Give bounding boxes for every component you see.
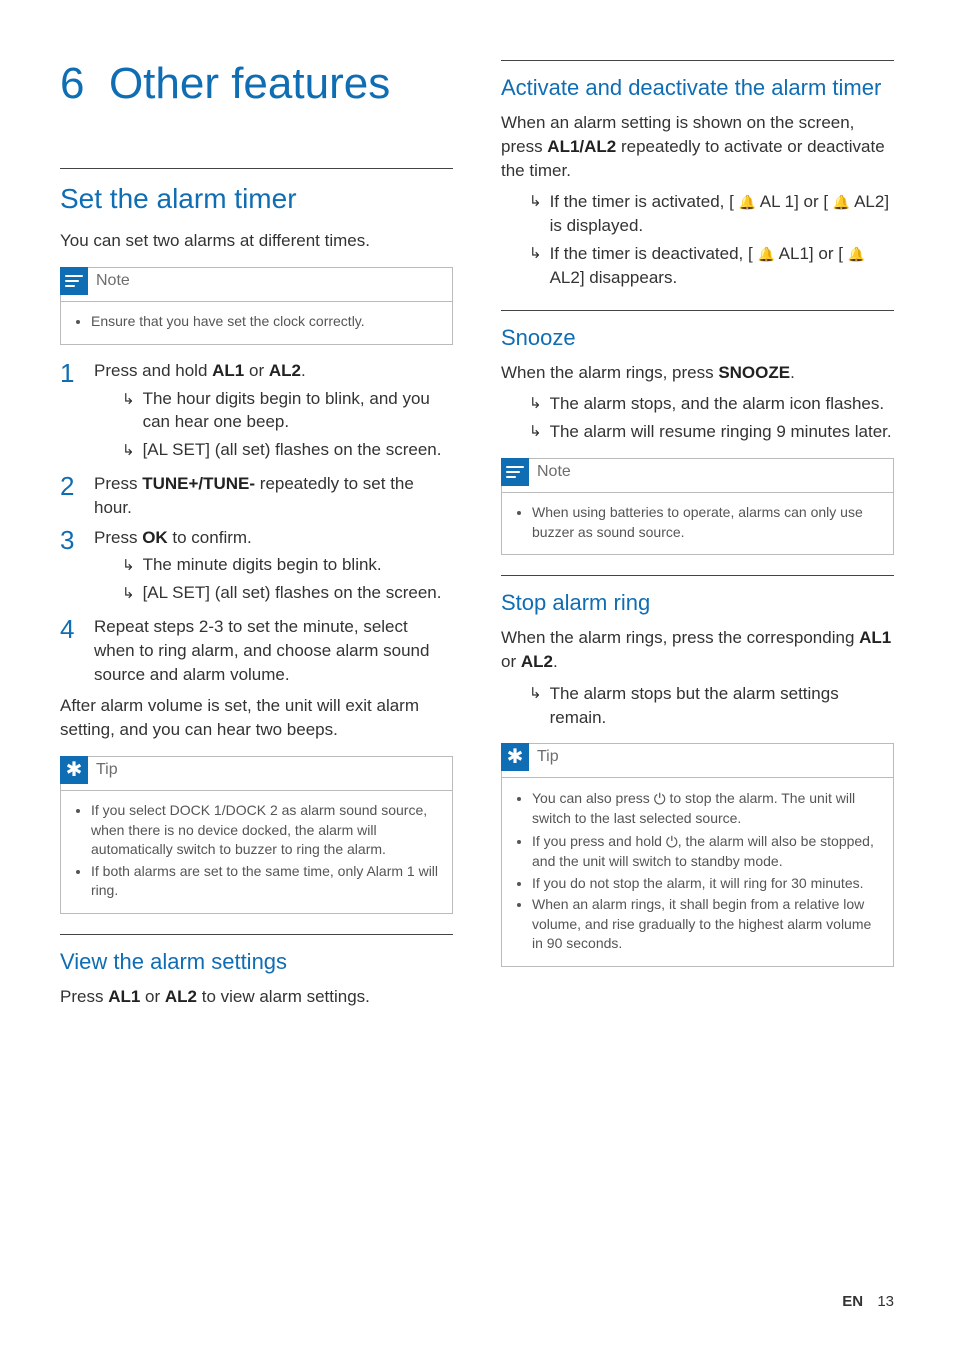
step-body: Repeat steps 2-3 to set the minute, sele… bbox=[94, 615, 453, 686]
arrow-icon: ↳ bbox=[529, 422, 542, 444]
tip-item: You can also press ⏻ to stop the alarm. … bbox=[532, 788, 881, 829]
heading-view-settings: View the alarm settings bbox=[60, 934, 453, 975]
tip-item: If you press and hold ⏻, the alarm will … bbox=[532, 831, 881, 872]
bell-icon: 🔔 bbox=[848, 246, 865, 262]
stop-result: ↳The alarm stops but the alarm settings … bbox=[501, 682, 894, 730]
tip-box: ✱ Tip You can also press ⏻ to stop the a… bbox=[501, 743, 894, 967]
step-2: 2 Press TUNE+/TUNE- repeatedly to set th… bbox=[60, 472, 453, 520]
columns: 6 Other features Set the alarm timer You… bbox=[60, 60, 894, 1310]
arrow-icon: ↳ bbox=[122, 555, 135, 577]
step-result: ↳The minute digits begin to blink. bbox=[94, 553, 453, 577]
arrow-icon: ↳ bbox=[529, 394, 542, 416]
note-item: When using batteries to operate, alarms … bbox=[532, 503, 881, 542]
tip-item: If you do not stop the alarm, it will ri… bbox=[532, 874, 881, 894]
arrow-icon: ↳ bbox=[122, 583, 135, 605]
chapter-number: 6 bbox=[60, 59, 84, 108]
note-body: Ensure that you have set the clock corre… bbox=[61, 301, 452, 344]
note-box: Note Ensure that you have set the clock … bbox=[60, 267, 453, 345]
note-title: Note bbox=[537, 463, 571, 481]
stop-text: When the alarm rings, press the correspo… bbox=[501, 626, 894, 674]
tip-box: ✱ Tip If you select DOCK 1/DOCK 2 as ala… bbox=[60, 756, 453, 914]
step-body: Press TUNE+/TUNE- repeatedly to set the … bbox=[94, 472, 453, 520]
arrow-icon: ↳ bbox=[529, 192, 542, 238]
step-number: 3 bbox=[60, 526, 80, 609]
chapter-title: 6 Other features bbox=[60, 60, 453, 108]
set-alarm-intro: You can set two alarms at different time… bbox=[60, 229, 453, 253]
snooze-text: When the alarm rings, press SNOOZE. bbox=[501, 361, 894, 385]
tip-icon: ✱ bbox=[60, 756, 88, 784]
heading-activate: Activate and deactivate the alarm timer bbox=[501, 60, 894, 101]
tip-title: Tip bbox=[96, 761, 118, 779]
step-result: ↳[AL SET] (all set) flashes on the scree… bbox=[94, 581, 453, 605]
note-icon bbox=[60, 267, 88, 295]
step-1: 1 Press and hold AL1 or AL2. ↳The hour d… bbox=[60, 359, 453, 466]
tip-item: When an alarm rings, it shall begin from… bbox=[532, 895, 881, 954]
view-settings-text: Press AL1 or AL2 to view alarm settings. bbox=[60, 985, 453, 1009]
note-header: Note bbox=[501, 458, 893, 486]
tip-title: Tip bbox=[537, 748, 559, 766]
note-header: Note bbox=[60, 267, 452, 295]
tip-item: If you select DOCK 1/DOCK 2 as alarm sou… bbox=[91, 801, 440, 860]
heading-set-alarm: Set the alarm timer bbox=[60, 168, 453, 215]
heading-stop: Stop alarm ring bbox=[501, 575, 894, 616]
activate-text: When an alarm setting is shown on the sc… bbox=[501, 111, 894, 182]
note-box: Note When using batteries to operate, al… bbox=[501, 458, 894, 555]
footer-lang: EN bbox=[842, 1293, 863, 1310]
power-icon: ⏻ bbox=[654, 791, 666, 808]
step-result: ↳[AL SET] (all set) flashes on the scree… bbox=[94, 438, 453, 462]
tip-body: You can also press ⏻ to stop the alarm. … bbox=[502, 777, 893, 966]
after-steps: After alarm volume is set, the unit will… bbox=[60, 694, 453, 742]
step-result: ↳The hour digits begin to blink, and you… bbox=[94, 387, 453, 435]
left-column: 6 Other features Set the alarm timer You… bbox=[60, 60, 453, 1310]
step-4: 4 Repeat steps 2-3 to set the minute, se… bbox=[60, 615, 453, 686]
chapter-text: Other features bbox=[109, 59, 390, 108]
snooze-result: ↳The alarm will resume ringing 9 minutes… bbox=[501, 420, 894, 444]
page-footer: EN 13 bbox=[842, 1293, 894, 1310]
arrow-icon: ↳ bbox=[122, 440, 135, 462]
note-icon bbox=[501, 458, 529, 486]
activate-result: ↳ If the timer is activated, [ 🔔 AL 1] o… bbox=[501, 190, 894, 238]
right-column: Activate and deactivate the alarm timer … bbox=[501, 60, 894, 1310]
step-number: 1 bbox=[60, 359, 80, 466]
snooze-result: ↳The alarm stops, and the alarm icon fla… bbox=[501, 392, 894, 416]
step-body: Press OK to confirm. ↳The minute digits … bbox=[94, 526, 453, 609]
tip-icon: ✱ bbox=[501, 743, 529, 771]
footer-page: 13 bbox=[877, 1293, 894, 1310]
arrow-icon: ↳ bbox=[529, 244, 542, 290]
tip-item: If both alarms are set to the same time,… bbox=[91, 862, 440, 901]
note-item: Ensure that you have set the clock corre… bbox=[91, 312, 440, 332]
step-body: Press and hold AL1 or AL2. ↳The hour dig… bbox=[94, 359, 453, 466]
tip-header: ✱ Tip bbox=[60, 756, 452, 784]
bell-icon: 🔔 bbox=[739, 194, 756, 210]
bell-icon: 🔔 bbox=[833, 194, 850, 210]
page: 6 Other features Set the alarm timer You… bbox=[0, 0, 954, 1350]
tip-header: ✱ Tip bbox=[501, 743, 893, 771]
arrow-icon: ↳ bbox=[122, 389, 135, 435]
bell-icon: 🔔 bbox=[757, 246, 774, 262]
activate-result: ↳ If the timer is deactivated, [ 🔔 AL1] … bbox=[501, 242, 894, 290]
note-title: Note bbox=[96, 272, 130, 290]
arrow-icon: ↳ bbox=[529, 684, 542, 730]
step-number: 4 bbox=[60, 615, 80, 686]
tip-body: If you select DOCK 1/DOCK 2 as alarm sou… bbox=[61, 790, 452, 913]
heading-snooze: Snooze bbox=[501, 310, 894, 351]
step-3: 3 Press OK to confirm. ↳The minute digit… bbox=[60, 526, 453, 609]
power-icon: ⏻ bbox=[666, 834, 678, 851]
step-number: 2 bbox=[60, 472, 80, 520]
note-body: When using batteries to operate, alarms … bbox=[502, 492, 893, 554]
